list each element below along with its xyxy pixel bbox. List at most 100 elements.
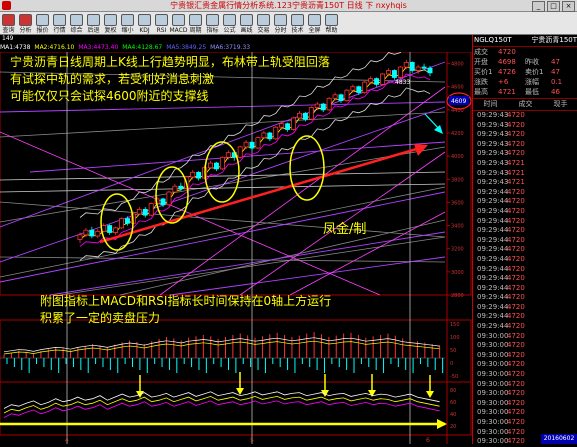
trade-price: 4720 <box>507 427 525 436</box>
close-icon[interactable]: × <box>562 1 575 12</box>
quote-cell: 成交 <box>474 48 488 56</box>
ma-legend-item-2: MA2:4716.10 <box>34 44 75 51</box>
toolbar-button-9[interactable]: RSI <box>153 12 170 34</box>
toolbar-button-10[interactable]: MACD <box>170 12 188 34</box>
annotation-line-2: 有试探中轨的需求，若受利好消息刺激 <box>10 72 215 86</box>
candle-body <box>237 146 243 158</box>
candle-body <box>326 97 332 111</box>
trade-list[interactable]: 09:29:43 4720 09:29:43 4720 09:29:43 4720 09:2… <box>473 111 577 447</box>
trade-row: 09:29:43 4720 <box>473 121 577 131</box>
trade-price: 4720 <box>507 331 525 340</box>
toolbar-button-1[interactable]: 分析 <box>17 12 34 34</box>
candle-body <box>297 112 302 119</box>
trade-time: 09:29:44 <box>477 226 509 235</box>
overview-icon <box>70 14 83 26</box>
window-title: 宁贵银汇贵金属行情分析系统.123宁贵沥青150T 日线 下 nxyhqis <box>170 1 407 10</box>
trade-row: 09:29:44 4720 <box>473 322 577 332</box>
fullscreen-icon <box>308 14 321 26</box>
toolbar-button-4[interactable]: 综合 <box>68 12 85 34</box>
toolbar-button-0[interactable]: 查询 <box>0 12 17 34</box>
trade-price: 4720 <box>507 274 525 283</box>
quote-row: 最高 4721 最低 46 <box>473 87 577 97</box>
y-tick-label: 3800 <box>451 177 464 183</box>
trade-time: 09:29:43 <box>477 111 509 119</box>
toolbar-label: 后退 <box>87 27 100 34</box>
trade-price: 4720 <box>507 216 525 225</box>
zoom-out-icon <box>121 14 134 26</box>
trade-price: 4720 <box>507 206 525 215</box>
title-bar: 宁贵银汇贵金属行情分析系统.123宁贵沥青150T 日线 下 nxyhqis _… <box>0 0 577 12</box>
toolbar-button-18[interactable]: 全屏 <box>306 12 323 34</box>
candle-body <box>119 218 125 229</box>
highlight-ellipse <box>204 141 240 203</box>
toolbar-label: 查询 <box>2 27 15 34</box>
toolbar-button-15[interactable]: 交易 <box>255 12 272 34</box>
quote-cell: 涨跌 <box>474 78 488 86</box>
help-icon <box>325 14 338 26</box>
trade-row: 09:29:44 4720 <box>473 303 577 313</box>
rsi-panel-border <box>0 381 472 436</box>
trade-time: 09:29:43 <box>477 158 509 167</box>
trade-row: 09:29:43 4721 <box>473 159 577 169</box>
trade-price: 4720 <box>507 360 525 369</box>
trade-price: 4720 <box>507 398 525 407</box>
trade-price: 4720 <box>507 120 525 129</box>
y-tick-label: 4600 <box>451 85 464 91</box>
toolbar-button-19[interactable]: 帮助 <box>323 12 340 34</box>
toolbar-button-3[interactable]: 行情 <box>51 12 68 34</box>
window-controls: _ □ × <box>532 1 575 12</box>
trade-row: 09:29:43 4721 <box>473 169 577 179</box>
indicator-note-1: 附图指标上MACD和RSI指标长时间保持在0轴上方运行 <box>40 294 332 308</box>
candle-body <box>95 230 101 237</box>
toolbar-label: 复权 <box>104 27 117 34</box>
trade-row: 09:30:00 4720 <box>473 370 577 380</box>
trade-row: 09:29:44 4720 <box>473 284 577 294</box>
trade-time: 09:29:43 <box>477 149 509 158</box>
draw-line-icon <box>240 14 253 26</box>
candle-body <box>279 123 285 128</box>
toolbar-button-16[interactable]: 分时 <box>272 12 289 34</box>
trade-price: 4721 <box>507 158 525 167</box>
toolbar-button-13[interactable]: 公式 <box>221 12 238 34</box>
kline-chart[interactable]: 4800 4600 4 40 0 4200 4000 3800 3600 3400 3200 3000… <box>0 52 472 444</box>
search-icon <box>2 14 15 26</box>
right-arrow-icon <box>437 419 447 429</box>
toolbar-label: 综合 <box>70 27 83 34</box>
toolbar-button-12[interactable]: 指标 <box>204 12 221 34</box>
toolbar-button-5[interactable]: 后退 <box>85 12 102 34</box>
chart-code-label: 149 <box>0 35 474 43</box>
trade-time: 09:30:00 <box>477 331 509 340</box>
maximize-icon[interactable]: □ <box>547 1 560 12</box>
trade-time: 09:30:00 <box>477 379 509 388</box>
quote-cell: 涨幅 <box>525 78 539 86</box>
toolbar-button-14[interactable]: 画线 <box>238 12 255 34</box>
rsi-axis-label: 20 <box>450 424 456 430</box>
trade-time: 09:30:00 <box>477 437 509 446</box>
toolbar-button-7[interactable]: 缩小 <box>119 12 136 34</box>
toolbar-label: 分析 <box>19 27 32 34</box>
minimize-icon[interactable]: _ <box>532 1 545 12</box>
trade-row: 09:30:00 4720 <box>473 399 577 409</box>
toolbar-label: 报价 <box>36 27 49 34</box>
trade-time: 09:29:44 <box>477 216 509 225</box>
trade-row: 09:29:44 4720 <box>473 217 577 227</box>
toolbar-button-8[interactable]: KDJ <box>136 12 153 34</box>
candle-body <box>374 78 380 85</box>
candle-body <box>344 89 350 102</box>
down-arrow-icon <box>321 390 329 397</box>
toolbar-button-2[interactable]: 报价 <box>34 12 51 34</box>
toolbar-button-11[interactable]: 周期 <box>187 12 204 34</box>
macd-axis-label: 50 <box>450 348 456 354</box>
candle-body <box>160 198 166 206</box>
toolbar-button-17[interactable]: 技术 <box>289 12 306 34</box>
trade-row: 09:29:44 4720 <box>473 274 577 284</box>
candle-body <box>219 156 225 170</box>
kdj-icon <box>138 14 151 26</box>
trade-row: 09:30:00 4720 <box>473 418 577 428</box>
toolbar-button-6[interactable]: 复权 <box>102 12 119 34</box>
trade-row: 09:29:43 4721 <box>473 178 577 188</box>
candle-body <box>391 70 397 78</box>
quote-row: 买价1 4726 卖价1 47 <box>473 67 577 77</box>
trade-price: 4720 <box>507 226 525 235</box>
candle-body <box>113 227 119 233</box>
